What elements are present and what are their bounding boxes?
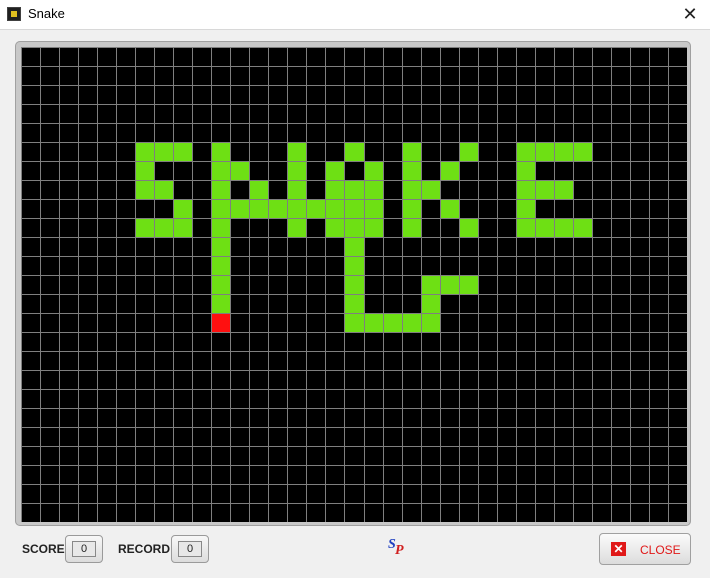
snake-segment (422, 314, 440, 332)
title-cell (174, 143, 192, 161)
title-cell (555, 181, 573, 199)
snake-segment (326, 200, 344, 218)
snake-segment (345, 200, 364, 218)
title-cell (517, 143, 535, 161)
snake-segment (307, 200, 325, 218)
snake-segment (422, 295, 440, 313)
title-bar: Snake ✕ (0, 0, 710, 30)
snake-segment (250, 200, 268, 218)
snake-segment (345, 257, 364, 275)
title-cell (288, 181, 306, 199)
title-cell (345, 181, 364, 199)
game-board[interactable] (21, 47, 687, 522)
title-cell (174, 200, 192, 218)
snake-segment (288, 200, 306, 218)
snake-segment (422, 276, 440, 294)
snake-segment (212, 219, 230, 237)
snake-segment (269, 200, 287, 218)
title-cell (365, 181, 383, 199)
food-cell (212, 314, 230, 332)
title-cell (212, 181, 230, 199)
record-value: 0 (178, 541, 202, 557)
close-icon: ✕ (611, 542, 626, 556)
app-icon (7, 7, 21, 21)
snake-segment (441, 276, 459, 294)
score-value: 0 (72, 541, 96, 557)
title-cell (326, 219, 344, 237)
snake-segment (384, 314, 402, 332)
title-cell (555, 219, 573, 237)
title-cell (231, 162, 249, 180)
title-cell (460, 143, 478, 161)
sp-logo-icon: S P (388, 537, 404, 558)
window-close-button[interactable]: ✕ (676, 2, 704, 26)
title-cell (155, 219, 173, 237)
title-cell (441, 162, 459, 180)
title-cell (212, 162, 230, 180)
title-cell (403, 219, 421, 237)
snake-segment (345, 295, 364, 313)
title-cell (365, 219, 383, 237)
snake-segment (212, 257, 230, 275)
title-cell (574, 219, 592, 237)
title-cell (536, 143, 554, 161)
title-cell (326, 181, 344, 199)
title-cell (365, 162, 383, 180)
title-cell (403, 200, 421, 218)
title-cell (136, 143, 154, 161)
snake-segment (231, 200, 249, 218)
title-cell (288, 143, 306, 161)
title-cell (345, 143, 364, 161)
title-cell (250, 181, 268, 199)
record-label: RECORD (118, 542, 171, 556)
snake-segment (345, 238, 364, 256)
snake-segment (212, 200, 230, 218)
record-display: 0 (171, 535, 209, 563)
title-cell (574, 143, 592, 161)
window-title: Snake (28, 6, 65, 21)
snake-segment (403, 314, 421, 332)
title-cell (403, 181, 421, 199)
title-cell (288, 162, 306, 180)
title-cell (136, 219, 154, 237)
close-button[interactable]: ✕ CLOSE (599, 533, 691, 565)
title-cell (155, 181, 173, 199)
title-cell (155, 143, 173, 161)
score-display: 0 (65, 535, 103, 563)
title-cell (517, 181, 535, 199)
title-cell (403, 162, 421, 180)
snake-segment (212, 238, 230, 256)
title-cell (422, 181, 440, 199)
snake-segment (212, 276, 230, 294)
title-cell (288, 219, 306, 237)
title-cell (536, 181, 554, 199)
snake-segment (345, 276, 364, 294)
close-button-label: CLOSE (640, 543, 681, 557)
snake-segment (365, 314, 383, 332)
title-cell (517, 200, 535, 218)
snake-segment (345, 219, 364, 237)
title-cell (536, 219, 554, 237)
title-cell (136, 162, 154, 180)
title-cell (517, 219, 535, 237)
title-cell (326, 162, 344, 180)
snake-segment (212, 295, 230, 313)
title-cell (460, 219, 478, 237)
title-cell (403, 143, 421, 161)
title-cell (365, 200, 383, 218)
title-cell (441, 200, 459, 218)
title-cell (136, 181, 154, 199)
title-cell (174, 219, 192, 237)
title-cell (555, 143, 573, 161)
snake-segment (345, 314, 364, 332)
snake-segment (460, 276, 478, 294)
title-cell (212, 143, 230, 161)
title-cell (517, 162, 535, 180)
score-label: SCORE (22, 542, 65, 556)
